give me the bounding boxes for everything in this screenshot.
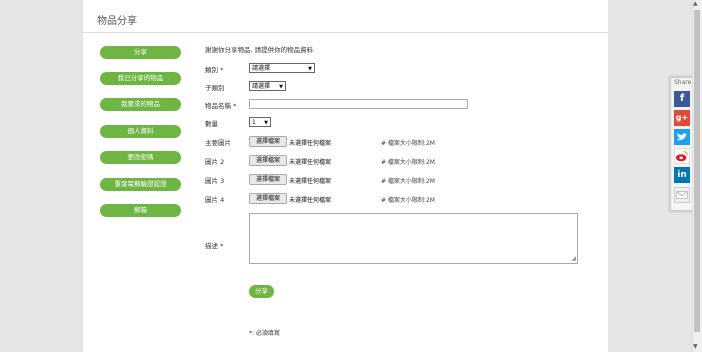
linkedin-icon[interactable]: in xyxy=(674,167,690,183)
subcategory-label: 子類別 xyxy=(205,84,225,92)
resize-grip-icon[interactable]: ◢ xyxy=(571,255,576,262)
twitter-bird-shape xyxy=(677,133,687,141)
image-main-label: 主要圖片 xyxy=(205,139,231,147)
description-label: 描述 * xyxy=(205,242,224,250)
sidebar-item-profile[interactable]: 個人資料 xyxy=(100,125,181,138)
sidebar-item-share[interactable]: 分享 xyxy=(100,46,181,59)
subcategory-select-value: 請選擇 xyxy=(252,83,271,90)
required-note: *: 必須填寫 xyxy=(249,330,280,337)
sidebar-item-requested[interactable]: 我要求的物品 xyxy=(100,98,181,111)
quantity-label: 數量 xyxy=(205,120,218,128)
image-main-choose-button[interactable]: 選擇檔案 xyxy=(249,136,287,147)
image-2-label: 圖片 2 xyxy=(205,158,225,166)
image-main-status: 未選擇任何檔案 xyxy=(289,140,332,147)
scroll-up-icon[interactable]: ▲ xyxy=(693,0,698,7)
scrollbar-thumb[interactable] xyxy=(694,10,700,332)
sidebar-item-resend-verification[interactable]: 重發電郵驗證認證 xyxy=(100,178,181,191)
image-2-choose-button[interactable]: 選擇檔案 xyxy=(249,155,287,166)
form-intro: 謝謝你分享物品, 請提供你的物品資料 xyxy=(205,46,314,54)
email-icon[interactable] xyxy=(674,187,690,203)
twitter-icon[interactable] xyxy=(674,129,690,145)
image-2-status: 未選擇任何檔案 xyxy=(289,159,332,166)
category-label: 類別 * xyxy=(205,66,224,74)
description-textarea[interactable]: ◢ xyxy=(249,213,578,264)
quantity-select-value: 1 xyxy=(252,119,256,126)
category-select[interactable]: 請選擇 ▼ xyxy=(249,63,315,73)
quantity-select[interactable]: 1 ▼ xyxy=(249,117,271,127)
item-name-input[interactable] xyxy=(249,99,468,109)
image-2-size-note: # 檔案大小限制:2M xyxy=(381,159,435,166)
chevron-down-icon: ▼ xyxy=(308,66,312,72)
chevron-down-icon: ▼ xyxy=(264,120,268,126)
image-3-choose-button[interactable]: 選擇檔案 xyxy=(249,174,287,185)
image-3-size-note: # 檔案大小限制:2M xyxy=(381,178,435,185)
envelope-shape xyxy=(676,191,688,199)
chevron-down-icon: ▼ xyxy=(279,84,283,90)
sidebar-item-mailbox[interactable]: 郵箱 xyxy=(100,204,181,217)
image-3-status: 未選擇任何檔案 xyxy=(289,178,332,185)
image-4-status: 未選擇任何檔案 xyxy=(289,197,332,204)
image-4-size-note: # 檔案大小限制:2M xyxy=(381,197,435,204)
image-3-label: 圖片 3 xyxy=(205,177,225,185)
weibo-icon[interactable] xyxy=(674,148,690,164)
sidebar-item-change-password[interactable]: 更改密碼 xyxy=(100,151,181,164)
sidebar-item-my-shared[interactable]: 我已分享的物品 xyxy=(100,72,181,85)
category-select-value: 請選擇 xyxy=(252,65,271,72)
image-main-size-note: # 檔案大小限制:2M xyxy=(381,140,435,147)
share-submit-button[interactable]: 分享 xyxy=(249,285,274,298)
image-4-choose-button[interactable]: 選擇檔案 xyxy=(249,193,287,204)
google-plus-icon[interactable]: g+ xyxy=(674,110,690,126)
image-4-label: 圖片 4 xyxy=(205,196,225,204)
item-name-label: 物品名稱 * xyxy=(205,102,237,110)
subcategory-select[interactable]: 請選擇 ▼ xyxy=(249,81,286,91)
weibo-shape xyxy=(675,151,688,162)
share-label: Share xyxy=(674,79,692,86)
scroll-down-icon[interactable]: ▼ xyxy=(693,343,698,350)
page-title: 物品分享 xyxy=(97,16,137,27)
title-divider xyxy=(83,32,608,33)
facebook-icon[interactable]: f xyxy=(674,91,690,107)
